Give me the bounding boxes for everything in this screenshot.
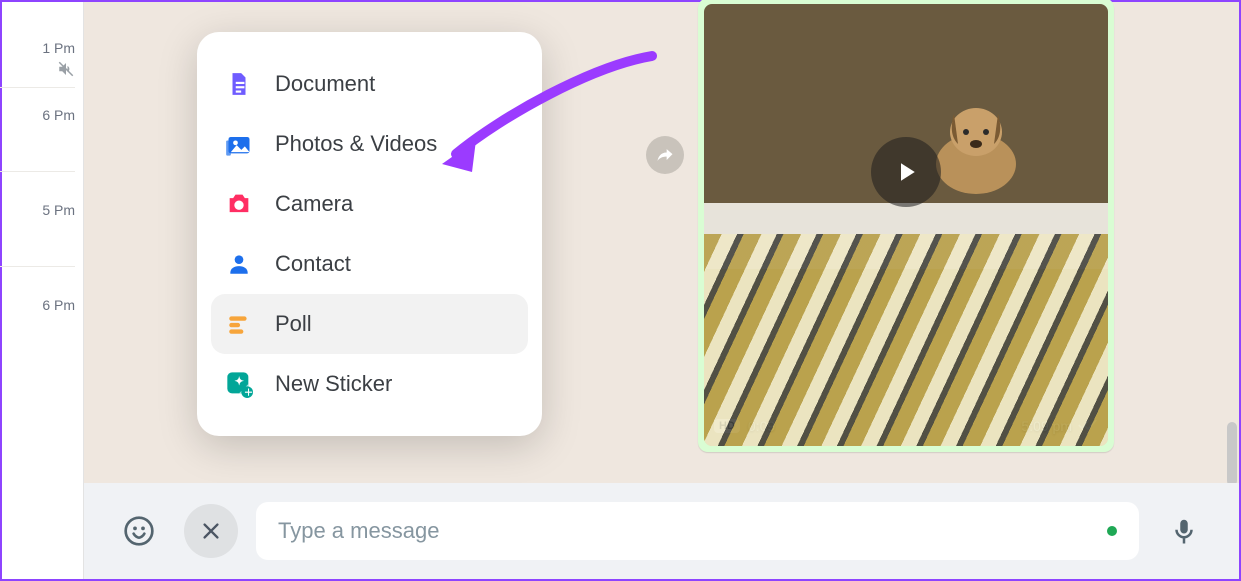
photos-icon bbox=[225, 130, 253, 158]
emoji-button[interactable] bbox=[112, 504, 166, 558]
close-attach-button[interactable] bbox=[184, 504, 238, 558]
attach-menu: Document Photos & Videos Camera Contact … bbox=[197, 32, 542, 436]
chat-time: 6 Pm bbox=[42, 297, 75, 313]
attach-photos-videos[interactable]: Photos & Videos bbox=[211, 114, 528, 174]
send-indicator-dot bbox=[1107, 526, 1117, 536]
mic-button[interactable] bbox=[1157, 504, 1211, 558]
hd-badge: HD bbox=[714, 419, 740, 433]
svg-text:✦: ✦ bbox=[234, 375, 244, 388]
video-thumbnail[interactable]: HD 0:09 5:09 pm bbox=[704, 4, 1108, 446]
message-input[interactable] bbox=[278, 518, 1107, 544]
sticker-icon: ✦＋ bbox=[225, 370, 253, 398]
video-duration: 0:09 bbox=[748, 418, 775, 434]
message-time: 5:09 pm bbox=[1021, 418, 1072, 434]
poll-icon bbox=[225, 310, 253, 338]
chat-list-edge: 1 Pm 6 Pm 5 Pm 6 Pm bbox=[2, 2, 84, 579]
outgoing-video-message[interactable]: HD 0:09 5:09 pm bbox=[698, 0, 1114, 452]
contact-icon bbox=[225, 250, 253, 278]
chat-time: 6 Pm bbox=[42, 107, 75, 123]
attach-contact[interactable]: Contact bbox=[211, 234, 528, 294]
camera-icon bbox=[225, 190, 253, 218]
forward-button[interactable] bbox=[646, 136, 684, 174]
attach-poll[interactable]: Poll bbox=[211, 294, 528, 354]
mic-icon bbox=[1169, 516, 1199, 546]
attach-camera[interactable]: Camera bbox=[211, 174, 528, 234]
message-input-wrap[interactable] bbox=[256, 502, 1139, 560]
chat-time: 1 Pm bbox=[42, 40, 75, 56]
play-button[interactable] bbox=[871, 137, 941, 207]
muted-icon bbox=[57, 60, 75, 83]
message-composer bbox=[84, 483, 1239, 579]
menu-label: New Sticker bbox=[275, 371, 392, 397]
forward-icon bbox=[655, 145, 675, 165]
menu-label: Photos & Videos bbox=[275, 131, 437, 157]
chat-time: 5 Pm bbox=[42, 202, 75, 218]
play-icon bbox=[891, 157, 921, 187]
chat-list-item[interactable]: 6 Pm bbox=[0, 107, 75, 202]
menu-label: Poll bbox=[275, 311, 312, 337]
menu-label: Contact bbox=[275, 251, 351, 277]
menu-label: Document bbox=[275, 71, 375, 97]
svg-text:＋: ＋ bbox=[244, 388, 253, 398]
scrollbar-thumb[interactable] bbox=[1227, 422, 1237, 486]
emoji-icon bbox=[123, 515, 155, 547]
chat-list-item[interactable]: 6 Pm bbox=[42, 297, 75, 392]
attach-document[interactable]: Document bbox=[211, 54, 528, 114]
close-icon bbox=[200, 520, 222, 542]
chat-list-item[interactable]: 5 Pm bbox=[0, 202, 75, 297]
attach-new-sticker[interactable]: ✦＋ New Sticker bbox=[211, 354, 528, 414]
video-meta: HD 0:09 5:09 pm bbox=[714, 414, 1098, 438]
chat-list-item[interactable]: 1 Pm bbox=[0, 12, 75, 107]
menu-label: Camera bbox=[275, 191, 353, 217]
read-ticks-icon bbox=[1078, 418, 1098, 435]
document-icon bbox=[225, 70, 253, 98]
